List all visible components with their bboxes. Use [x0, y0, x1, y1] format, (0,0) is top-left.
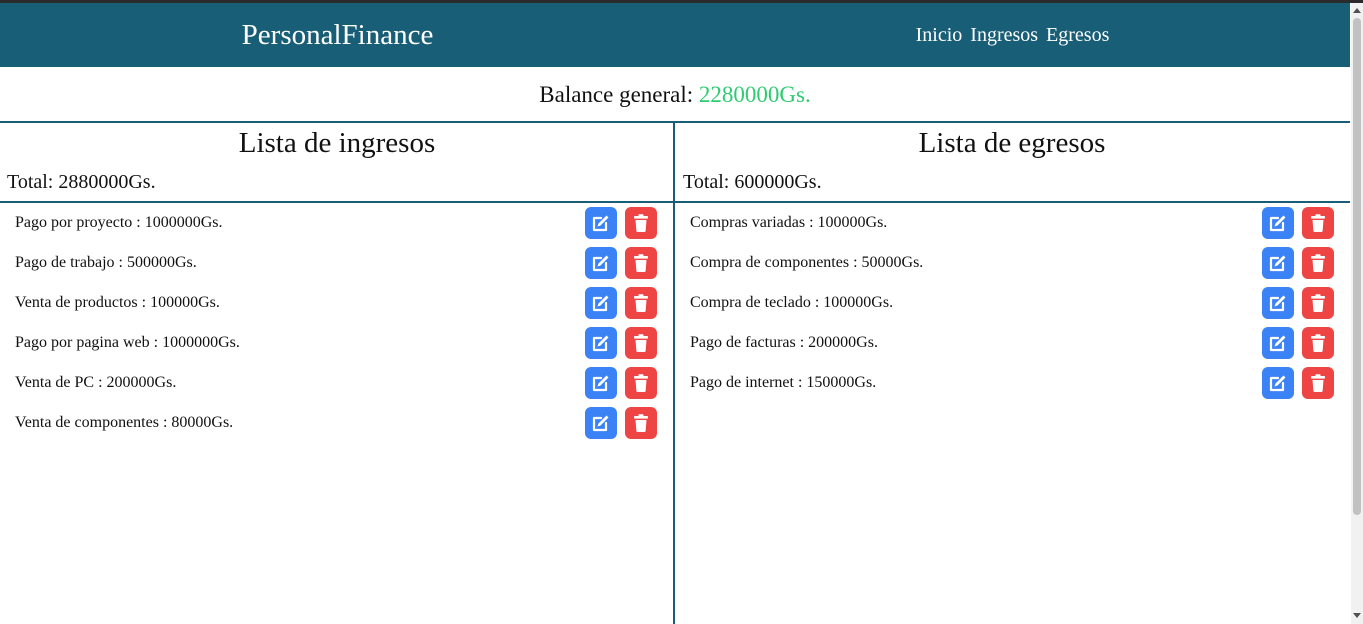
- trash-icon: [631, 333, 651, 353]
- egreso-row: Compras variadas : 100000Gs.: [675, 205, 1349, 245]
- scrollbar-thumb[interactable]: [1353, 18, 1361, 515]
- edit-button[interactable]: [585, 407, 617, 439]
- ingreso-item-text: Pago por pagina web : 1000000Gs.: [15, 334, 240, 351]
- egreso-item-text: Pago de internet : 150000Gs.: [690, 374, 877, 391]
- ingresos-total: Total: 2880000Gs.: [7, 171, 156, 193]
- egreso-row: Pago de internet : 150000Gs.: [675, 365, 1349, 405]
- section-divider-header: [0, 201, 1350, 203]
- egreso-item-text: Compras variadas : 100000Gs.: [690, 214, 888, 231]
- delete-button[interactable]: [625, 247, 657, 279]
- ingreso-item-text: Venta de PC : 200000Gs.: [15, 374, 177, 391]
- ingreso-row: Venta de productos : 100000Gs.: [0, 285, 674, 325]
- egreso-row: Compra de teclado : 100000Gs.: [675, 285, 1349, 325]
- egreso-row: Compra de componentes : 50000Gs.: [675, 245, 1349, 285]
- edit-icon: [1268, 293, 1288, 313]
- trash-icon: [631, 373, 651, 393]
- ingresos-title: Lista de ingresos: [238, 127, 436, 159]
- scroll-up-icon[interactable]: [1351, 4, 1363, 16]
- delete-button[interactable]: [625, 327, 657, 359]
- ingreso-item-text: Pago de trabajo : 500000Gs.: [15, 254, 197, 271]
- delete-button[interactable]: [625, 207, 657, 239]
- trash-icon: [631, 413, 651, 433]
- egreso-row: Pago de facturas : 200000Gs.: [675, 325, 1349, 365]
- trash-icon: [1308, 253, 1328, 273]
- ingreso-item-text: Venta de componentes : 80000Gs.: [15, 414, 234, 431]
- trash-icon: [1308, 213, 1328, 233]
- edit-icon: [591, 333, 611, 353]
- edit-icon: [1268, 213, 1288, 233]
- nav-link-ingresos[interactable]: Ingresos: [970, 24, 1038, 47]
- edit-button[interactable]: [585, 287, 617, 319]
- nav-link-egresos[interactable]: Egresos: [1046, 24, 1109, 47]
- nav-links: Inicio Ingresos Egresos: [675, 3, 1350, 67]
- egreso-item-text: Pago de facturas : 200000Gs.: [690, 334, 878, 351]
- balance-value: 2280000Gs.: [698, 82, 811, 107]
- egresos-list: Compras variadas : 100000Gs. Compra de co…: [675, 205, 1349, 405]
- trash-icon: [1308, 373, 1328, 393]
- navbar: PersonalFinance Inicio Ingresos Egresos: [0, 3, 1350, 67]
- delete-button[interactable]: [625, 287, 657, 319]
- scrollbar[interactable]: [1351, 3, 1363, 624]
- edit-icon: [591, 213, 611, 233]
- edit-icon: [1268, 373, 1288, 393]
- delete-button[interactable]: [1302, 327, 1334, 359]
- ingreso-item-text: Pago por proyecto : 1000000Gs.: [15, 214, 223, 231]
- ingresos-list: Pago por proyecto : 1000000Gs. Pago de tr…: [0, 205, 674, 445]
- nav-link-inicio[interactable]: Inicio: [916, 24, 963, 47]
- egreso-item-text: Compra de componentes : 50000Gs.: [690, 254, 924, 271]
- egreso-item-text: Compra de teclado : 100000Gs.: [690, 294, 894, 311]
- edit-button[interactable]: [585, 207, 617, 239]
- edit-icon: [591, 373, 611, 393]
- edit-button[interactable]: [1262, 367, 1294, 399]
- trash-icon: [1308, 333, 1328, 353]
- ingreso-row: Pago de trabajo : 500000Gs.: [0, 245, 674, 285]
- edit-button[interactable]: [1262, 327, 1294, 359]
- delete-button[interactable]: [625, 367, 657, 399]
- trash-icon: [631, 253, 651, 273]
- ingreso-row: Pago por pagina web : 1000000Gs.: [0, 325, 674, 365]
- edit-icon: [1268, 253, 1288, 273]
- ingreso-row: Pago por proyecto : 1000000Gs.: [0, 205, 674, 245]
- delete-button[interactable]: [1302, 287, 1334, 319]
- ingreso-item-text: Venta de productos : 100000Gs.: [15, 294, 220, 311]
- page: PersonalFinance Inicio Ingresos Egresos …: [0, 0, 1363, 624]
- ingreso-row: Venta de PC : 200000Gs.: [0, 365, 674, 405]
- edit-icon: [591, 413, 611, 433]
- trash-icon: [631, 213, 651, 233]
- edit-button[interactable]: [585, 367, 617, 399]
- balance-label: Balance general:: [539, 82, 699, 107]
- egresos-title: Lista de egresos: [918, 127, 1106, 159]
- brand-logo[interactable]: PersonalFinance: [0, 3, 675, 67]
- edit-button[interactable]: [1262, 247, 1294, 279]
- edit-button[interactable]: [585, 247, 617, 279]
- edit-icon: [591, 293, 611, 313]
- delete-button[interactable]: [1302, 207, 1334, 239]
- edit-button[interactable]: [585, 327, 617, 359]
- delete-button[interactable]: [1302, 247, 1334, 279]
- edit-button[interactable]: [1262, 207, 1294, 239]
- edit-button[interactable]: [1262, 287, 1294, 319]
- egresos-total: Total: 600000Gs.: [683, 171, 822, 193]
- scroll-down-icon[interactable]: [1351, 610, 1363, 622]
- edit-icon: [1268, 333, 1288, 353]
- ingreso-row: Venta de componentes : 80000Gs.: [0, 405, 674, 445]
- trash-icon: [1308, 293, 1328, 313]
- trash-icon: [631, 293, 651, 313]
- delete-button[interactable]: [1302, 367, 1334, 399]
- balance-summary: Balance general: 2280000Gs.: [0, 67, 1350, 122]
- edit-icon: [591, 253, 611, 273]
- delete-button[interactable]: [625, 407, 657, 439]
- section-divider-top: [0, 121, 1350, 123]
